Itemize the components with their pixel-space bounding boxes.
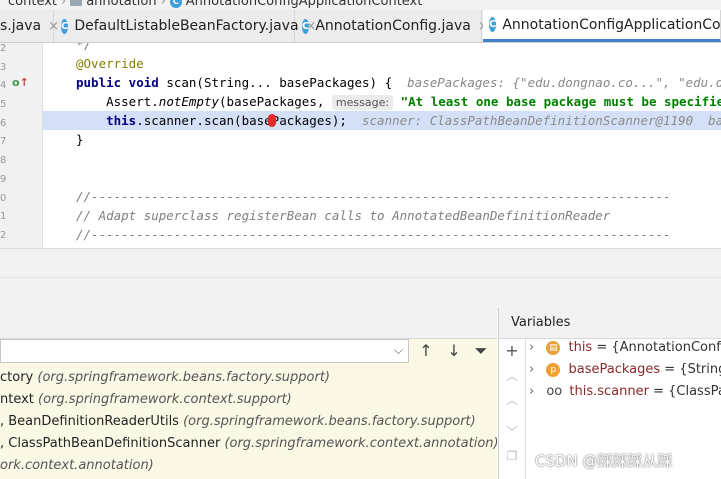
code-line: //--------------------------------------… <box>76 189 671 204</box>
chevron-up-icon[interactable]: ︿ <box>503 367 521 384</box>
frame-row[interactable]: , ClassPathBeanDefinitionScanner (org.sp… <box>0 433 497 455</box>
tab-label: s.java <box>0 18 42 34</box>
code-line: */ <box>76 43 92 52</box>
code-line: // Adapt superclass registerBean calls t… <box>76 208 611 223</box>
tab-partial-java[interactable]: s.java × <box>0 10 59 42</box>
code-line: //--------------------------------------… <box>76 227 671 242</box>
breadcrumb-separator: › <box>160 0 166 9</box>
variables-title: Variables <box>511 315 571 330</box>
tab-label: AnnotationConfig.java <box>315 18 471 34</box>
code-line: } <box>76 132 84 147</box>
code-line: Assert.notEmpty(basePackages, message: "… <box>76 94 721 110</box>
tab-label: AnnotationConfigApplicationCont <box>502 16 721 33</box>
code-editor[interactable]: 2 3 4 5 6 7 8 9 0 1 2 o↑ */ @Override pu… <box>0 43 721 248</box>
class-icon: C <box>489 17 497 32</box>
line-number: 7 <box>0 136 6 147</box>
frame-down-button[interactable]: ↓ <box>444 341 464 360</box>
line-number: 0 <box>0 193 6 204</box>
mouse-cursor-icon <box>268 114 276 127</box>
line-number: 6 <box>0 118 6 129</box>
breadcrumb-item-context[interactable]: context <box>8 0 57 9</box>
line-number: 2 <box>0 43 6 54</box>
frames-header <box>0 308 497 339</box>
chevron-down-icon: ⌵ <box>393 343 403 357</box>
line-number: 2 <box>0 230 6 241</box>
frame-row[interactable]: ctory (org.springframework.beans.factory… <box>0 367 330 389</box>
parameter-icon: p <box>546 362 561 377</box>
variable-row-this[interactable]: › ▤ this = {AnnotationConfigA <box>529 337 721 359</box>
expand-arrow-icon[interactable]: › <box>529 362 534 377</box>
parameter-hint: message: <box>331 95 394 110</box>
watermark: CSDN @踩踩踩从踩 <box>535 452 673 470</box>
expand-arrow-icon[interactable]: › <box>529 384 534 399</box>
breadcrumb-item-class[interactable]: AnnotationConfigApplicationContext <box>186 0 423 9</box>
chevron-up-icon[interactable]: ︿ <box>503 391 521 408</box>
code-line: @Override <box>76 54 144 73</box>
variables-header: Variables <box>499 308 721 339</box>
class-icon: C <box>302 18 310 34</box>
inline-debug-value: scanner: ClassPathBeanDefinitionScanner@… <box>362 113 721 128</box>
tab-label: DefaultListableBeanFactory.java <box>74 18 299 34</box>
variable-row-basepackages[interactable]: › p basePackages = {String[2 <box>529 359 721 381</box>
override-marker-icon[interactable]: o↑ <box>12 76 29 89</box>
class-icon: C <box>61 18 69 34</box>
tab-annotationconfig[interactable]: C AnnotationConfig.java × <box>296 10 489 42</box>
annotation-token: @Override <box>76 56 144 71</box>
inline-debug-value: basePackages: {"edu.dongnao.co...", "edu… <box>407 75 721 90</box>
variable-row-this-scanner[interactable]: › oo this.scanner = {ClassPathB <box>529 381 721 403</box>
line-number: 3 <box>0 62 6 73</box>
line-gutter: 2 3 4 5 6 7 8 9 0 1 2 o↑ <box>0 43 43 248</box>
line-number: 4 <box>0 80 6 91</box>
frame-up-button[interactable]: ↑ <box>416 341 436 360</box>
code-line-current: this.scanner.scan(basePackages); scanner… <box>76 111 721 130</box>
breadcrumb-separator: › <box>61 0 67 9</box>
line-number: 5 <box>0 99 6 110</box>
line-number: 9 <box>0 174 6 185</box>
thread-selector[interactable]: ⌵ <box>0 339 409 363</box>
tab-annotationconfigapplicationcontext[interactable]: C AnnotationConfigApplicationCont <box>483 10 721 42</box>
watch-glasses-icon: oo <box>546 384 563 399</box>
frame-row[interactable]: , BeanDefinitionReaderUtils (org.springf… <box>0 411 476 433</box>
variables-toolbar: + ︿ ︿ ﹀ ❐ <box>499 339 526 479</box>
chevron-down-icon[interactable]: ﹀ <box>503 423 521 440</box>
field-icon: ▤ <box>546 340 561 355</box>
add-watch-icon[interactable]: + <box>503 341 521 360</box>
frames-panel: ⌵ ↑ ↓ ⏷ ctory (org.springframework.beans… <box>0 308 497 479</box>
breadcrumb: context › annotation › C AnnotationConfi… <box>0 0 721 10</box>
editor-tab-bar: s.java × C DefaultListableBeanFactory.ja… <box>0 10 721 43</box>
folder-icon <box>70 0 83 6</box>
code-line: public void scan(String... basePackages)… <box>76 73 721 92</box>
tab-defaultlistablebeanfactory[interactable]: C DefaultListableBeanFactory.java × <box>55 10 316 42</box>
breadcrumb-item-annotation[interactable]: annotation <box>86 0 156 9</box>
copy-icon[interactable]: ❐ <box>503 449 521 463</box>
line-number: 1 <box>0 211 6 222</box>
expand-arrow-icon[interactable]: › <box>529 340 534 355</box>
frame-row[interactable]: ork.context.annotation) <box>0 455 154 477</box>
filter-icon[interactable]: ⏷ <box>471 341 491 361</box>
class-icon: C <box>169 0 182 8</box>
line-number: 8 <box>0 155 6 166</box>
frame-row[interactable]: ntext (org.springframework.context.suppo… <box>0 389 292 411</box>
panel-divider <box>0 248 721 310</box>
